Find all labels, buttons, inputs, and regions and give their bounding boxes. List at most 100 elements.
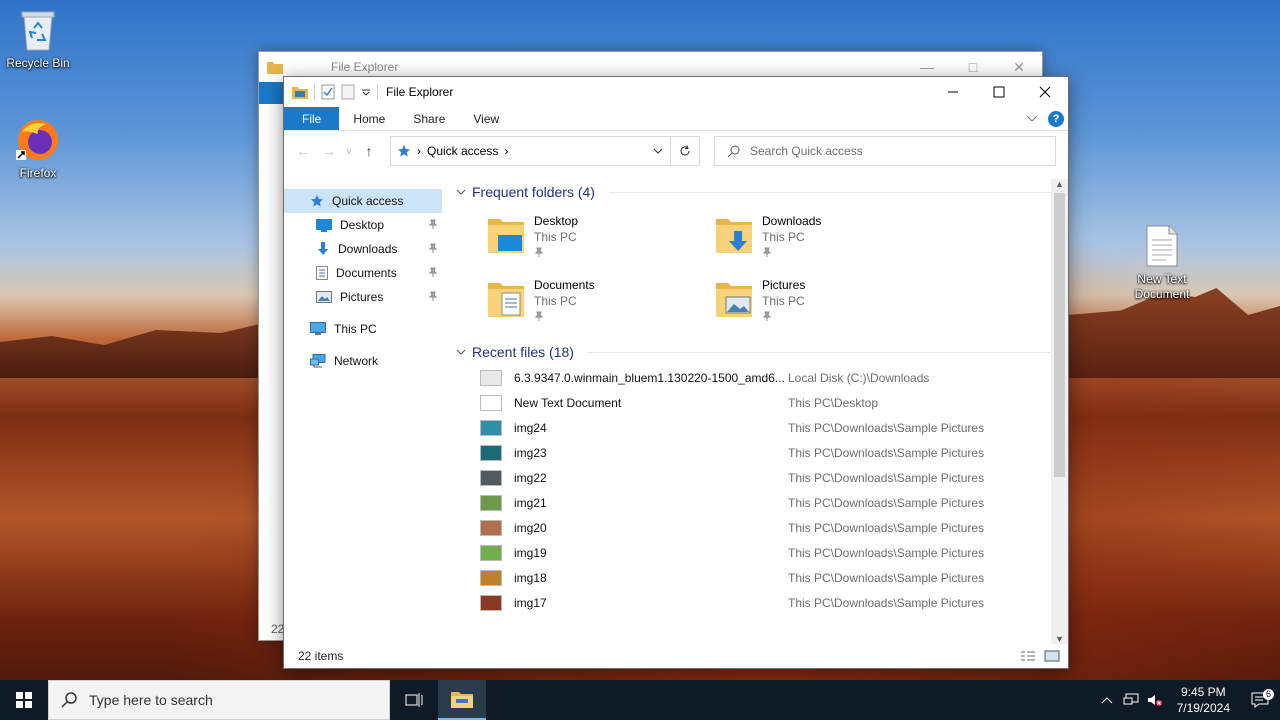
pin-icon xyxy=(534,311,544,321)
recent-file-row[interactable]: img20 This PC\Downloads\Sample Pictures xyxy=(480,515,1068,540)
expand-ribbon-icon[interactable] xyxy=(1026,115,1038,123)
minimize-button[interactable] xyxy=(930,77,976,107)
nav-item-pictures[interactable]: Pictures xyxy=(284,285,442,309)
recent-file-row[interactable]: 6.3.9347.0.winmain_bluem1.130220-1500_am… xyxy=(480,365,1068,390)
maximize-button[interactable] xyxy=(976,77,1022,107)
tab-share[interactable]: Share xyxy=(399,107,459,130)
details-view-icon[interactable] xyxy=(1020,650,1036,662)
folder-location: This PC xyxy=(762,230,805,244)
desktop-icon-recycle-bin[interactable]: Recycle Bin xyxy=(0,8,76,71)
refresh-button[interactable] xyxy=(671,137,699,165)
recent-files-header[interactable]: Recent files (18) xyxy=(450,339,1068,365)
maximize-icon[interactable]: □ xyxy=(950,59,996,76)
toolbar-separator xyxy=(314,84,315,100)
new-folder-icon[interactable] xyxy=(341,84,355,100)
volume-muted-icon[interactable] xyxy=(1143,693,1167,707)
tab-file[interactable]: File xyxy=(284,107,340,130)
explorer-body: Quick access Desktop Downloads Documents xyxy=(284,179,1068,644)
address-dropdown-button[interactable] xyxy=(645,137,671,165)
desktop-icon-firefox[interactable]: Firefox xyxy=(0,118,76,181)
recent-file-row[interactable]: img24 This PC\Downloads\Sample Pictures xyxy=(480,415,1068,440)
nav-item-this-pc[interactable]: This PC xyxy=(284,317,442,341)
recent-file-row[interactable]: img22 This PC\Downloads\Sample Pictures xyxy=(480,465,1068,490)
address-bar[interactable]: › Quick access › xyxy=(390,136,700,166)
breadcrumb-quick-access[interactable]: Quick access xyxy=(427,144,498,158)
task-view-button[interactable] xyxy=(390,680,438,720)
chevron-down-icon[interactable] xyxy=(361,87,371,97)
show-hidden-icons-icon[interactable] xyxy=(1095,696,1119,704)
recent-file-location: This PC\Downloads\Sample Pictures xyxy=(788,420,985,435)
pictures-folder-icon xyxy=(716,283,752,317)
tab-home[interactable]: Home xyxy=(339,107,399,130)
recent-file-row[interactable]: img19 This PC\Downloads\Sample Pictures xyxy=(480,540,1068,565)
pin-icon xyxy=(534,247,544,257)
image-thumbnail xyxy=(480,419,502,436)
titlebar[interactable]: File Explorer xyxy=(284,77,1068,107)
nav-item-downloads[interactable]: Downloads xyxy=(284,237,442,261)
forward-button[interactable]: → xyxy=(316,143,342,159)
navigation-bar: ← → ∨ ↑ › Quick access › Search Quick ac… xyxy=(284,131,1068,171)
help-icon[interactable]: ? xyxy=(1048,110,1064,127)
folder-name: Pictures xyxy=(762,278,806,292)
folder-icon xyxy=(267,62,283,74)
nav-item-desktop[interactable]: Desktop xyxy=(284,213,442,237)
large-icons-view-icon[interactable] xyxy=(1044,650,1060,662)
search-input[interactable]: Search Quick access xyxy=(750,144,863,158)
recent-locations-button[interactable]: ∨ xyxy=(342,146,356,157)
image-thumbnail xyxy=(480,519,502,536)
nav-item-label: Downloads xyxy=(338,242,398,256)
image-thumbnail xyxy=(480,569,502,586)
taskbar-file-explorer[interactable] xyxy=(438,680,486,720)
image-thumbnail xyxy=(480,594,502,611)
back-button[interactable]: ← xyxy=(290,143,316,159)
scroll-down-icon[interactable]: ▼ xyxy=(1051,634,1068,644)
recent-file-row[interactable]: img18 This PC\Downloads\Sample Pictures xyxy=(480,565,1068,590)
close-button[interactable] xyxy=(1022,77,1068,107)
vertical-scrollbar[interactable]: ▲ ▼ xyxy=(1051,179,1068,644)
nav-item-network[interactable]: Network xyxy=(284,349,442,373)
pin-icon xyxy=(762,247,772,257)
background-window-file-tab[interactable] xyxy=(259,82,285,104)
nav-item-documents[interactable]: Documents xyxy=(284,261,442,285)
documents-folder-icon xyxy=(488,283,524,317)
action-center-button[interactable]: 6 xyxy=(1240,689,1280,708)
taskbar-search-box[interactable]: Type here to search xyxy=(48,680,390,720)
tab-view[interactable]: View xyxy=(459,107,513,130)
recent-file-row[interactable]: New Text Document This PC\Desktop xyxy=(480,390,1068,415)
file-explorer-window[interactable]: File Explorer File Home Share View ? ← →… xyxy=(283,76,1069,669)
desktop-icon-new-text-document[interactable]: New Text Document xyxy=(1124,224,1200,302)
search-icon xyxy=(61,692,77,708)
recent-file-row[interactable]: img23 This PC\Downloads\Sample Pictures xyxy=(480,440,1068,465)
folder-tile-documents[interactable]: Documents This PC xyxy=(486,277,714,327)
folder-tile-pictures[interactable]: Pictures This PC xyxy=(714,277,942,327)
taskbar: Type here to search 9:45 PM 7/19/2024 6 xyxy=(0,680,1280,720)
start-button[interactable] xyxy=(0,680,48,720)
taskbar-search-input[interactable]: Type here to search xyxy=(89,692,213,708)
up-button[interactable]: ↑ xyxy=(356,143,382,159)
recent-file-name: 6.3.9347.0.winmain_bluem1.130220-1500_am… xyxy=(514,370,785,385)
minimize-icon[interactable]: — xyxy=(904,59,950,76)
text-document-icon xyxy=(1146,225,1178,267)
folder-icon xyxy=(451,692,473,708)
breadcrumb-separator-icon[interactable]: › xyxy=(504,144,508,158)
recent-file-row[interactable]: img21 This PC\Downloads\Sample Pictures xyxy=(480,490,1068,515)
properties-icon[interactable] xyxy=(321,84,335,100)
folder-tile-downloads[interactable]: Downloads This PC xyxy=(714,213,942,263)
clock[interactable]: 9:45 PM 7/19/2024 xyxy=(1167,684,1240,716)
breadcrumb-separator-icon[interactable]: › xyxy=(417,144,421,158)
recent-file-row[interactable]: img17 This PC\Downloads\Sample Pictures xyxy=(480,590,1068,615)
close-icon[interactable]: ✕ xyxy=(996,59,1042,76)
file-icon xyxy=(480,369,502,386)
nav-item-quick-access[interactable]: Quick access xyxy=(284,189,442,213)
scrollbar-thumb[interactable] xyxy=(1054,193,1065,477)
frequent-folders-header[interactable]: Frequent folders (4) xyxy=(450,179,1068,205)
folder-tile-desktop[interactable]: Desktop This PC xyxy=(486,213,714,263)
nav-item-label: Pictures xyxy=(340,290,384,304)
nav-item-label: Documents xyxy=(336,266,397,280)
chevron-down-icon xyxy=(456,349,466,355)
recent-file-location: This PC\Downloads\Sample Pictures xyxy=(788,470,985,485)
search-box[interactable]: Search Quick access xyxy=(714,136,1056,166)
item-count: 22 items xyxy=(298,649,344,663)
network-status-icon[interactable] xyxy=(1119,693,1143,707)
scroll-up-icon[interactable]: ▲ xyxy=(1051,179,1068,189)
